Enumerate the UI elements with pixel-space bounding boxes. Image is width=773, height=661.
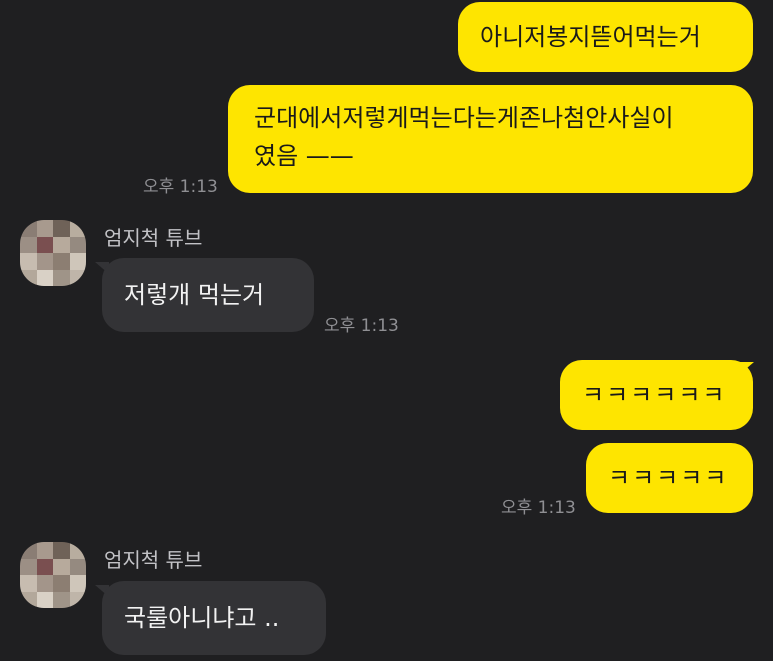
message-text: 아니저봉지뜯어먹는거: [480, 23, 701, 51]
sender-name[interactable]: 엄지척 튜브: [104, 544, 202, 573]
sender-name[interactable]: 엄지척 튜브: [104, 222, 202, 251]
sender-avatar[interactable]: [20, 542, 86, 608]
their-message-bubble[interactable]: 저렇개 먹는거: [102, 258, 314, 332]
message-text-line: 였음 ——: [254, 142, 354, 170]
chat-room: 아니저봉지뜯어먹는거 군대에서저렇게먹는다는게존나첨안사실이 였음 —— 오후 …: [0, 0, 773, 661]
sender-avatar[interactable]: [20, 220, 86, 286]
message-text-line: 군대에서저렇게먹는다는게존나첨안사실이: [254, 104, 674, 132]
message-timestamp: 오후 1:13: [143, 177, 218, 197]
message-text: 국룰아니냐고 ..: [124, 604, 280, 632]
my-message-bubble[interactable]: 아니저봉지뜯어먹는거: [458, 2, 753, 72]
message-text: ㅋㅋㅋㅋㅋㅋ: [582, 381, 727, 409]
message-text: 저렇개 먹는거: [124, 281, 265, 309]
my-message-bubble[interactable]: ㅋㅋㅋㅋㅋㅋ: [560, 360, 753, 430]
message-timestamp: 오후 1:13: [324, 316, 399, 336]
message-timestamp: 오후 1:13: [501, 498, 576, 518]
message-text: ㅋㅋㅋㅋㅋ: [608, 464, 729, 492]
their-message-bubble[interactable]: 국룰아니냐고 ..: [102, 581, 326, 655]
my-message-bubble[interactable]: ㅋㅋㅋㅋㅋ: [586, 443, 753, 513]
my-message-bubble[interactable]: 군대에서저렇게먹는다는게존나첨안사실이 였음 ——: [228, 85, 753, 193]
